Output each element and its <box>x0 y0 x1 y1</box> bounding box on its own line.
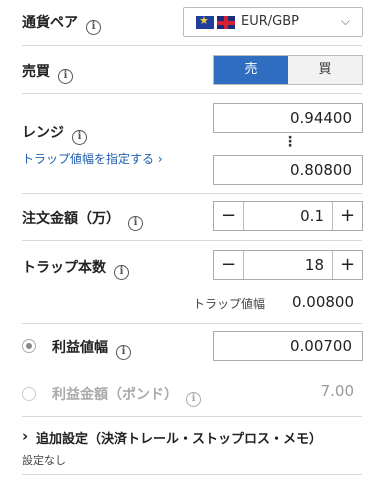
amount-minus-button[interactable]: − <box>214 202 244 230</box>
currency-pair-select[interactable]: EUR/GBP ⌵ <box>183 7 363 37</box>
traps-value[interactable]: 18 <box>305 256 324 274</box>
profit-amount-label: 利益金額（ポンド） i <box>52 384 201 407</box>
buy-button[interactable]: 買 <box>288 56 362 84</box>
chevron-down-icon: ⌵ <box>340 14 350 28</box>
chevron-right-icon: › <box>22 427 29 445</box>
sell-button[interactable]: 売 <box>214 56 288 84</box>
range-lower-value: 0.80800 <box>289 161 352 179</box>
pair-label: 通貨ペア i <box>22 12 101 35</box>
divider <box>22 240 362 241</box>
divider <box>22 474 362 475</box>
amount-plus-button[interactable]: + <box>332 202 362 230</box>
range-lower-input[interactable]: 0.80800 <box>213 155 363 185</box>
advanced-settings-sub: 設定なし <box>22 454 66 467</box>
eu-flag-icon <box>196 14 214 29</box>
advanced-settings-label: 追加設定（決済トレール・ストップロス・メモ） <box>36 432 323 447</box>
info-icon[interactable]: i <box>128 216 143 231</box>
amount-value[interactable]: 0.1 <box>300 207 324 225</box>
amount-stepper: − 0.1 + <box>213 201 363 231</box>
trap-width-link[interactable]: トラップ値幅を指定する › <box>22 150 163 167</box>
info-icon[interactable]: i <box>58 69 73 84</box>
divider <box>22 323 362 324</box>
profit-width-input[interactable]: 0.00700 <box>213 331 363 361</box>
traps-minus-button[interactable]: − <box>214 251 244 279</box>
info-icon[interactable]: i <box>72 130 87 145</box>
trap-width-value: 0.00800 <box>291 293 354 311</box>
range-label: レンジ i <box>22 122 87 145</box>
advanced-settings[interactable]: › 追加設定（決済トレール・ストップロス・メモ） 設定なし <box>22 427 362 468</box>
profit-width-value: 0.00700 <box>289 337 352 355</box>
info-icon[interactable]: i <box>114 265 129 280</box>
side-toggle: 売 買 <box>213 55 363 85</box>
profit-width-label: 利益値幅 i <box>52 337 131 360</box>
currency-pair-value: EUR/GBP <box>241 14 299 29</box>
info-icon[interactable]: i <box>86 20 101 35</box>
amount-label: 注文金額（万） i <box>22 208 143 231</box>
info-icon[interactable]: i <box>116 345 131 360</box>
range-upper-input[interactable]: 0.94400 <box>213 103 363 133</box>
profit-amount-value: 7.00 <box>320 382 354 400</box>
side-label: 売買 i <box>22 61 73 84</box>
profit-amount-radio[interactable] <box>22 387 36 401</box>
uk-flag-icon <box>217 16 235 29</box>
traps-stepper: − 18 + <box>213 250 363 280</box>
divider <box>22 93 362 94</box>
divider <box>22 416 362 417</box>
profit-width-radio[interactable] <box>22 339 36 353</box>
range-upper-value: 0.94400 <box>289 109 352 127</box>
trap-width-label: トラップ値幅 <box>193 297 266 311</box>
traps-plus-button[interactable]: + <box>332 251 362 279</box>
range-dots-icon: ⋮ <box>283 134 297 150</box>
divider <box>22 193 362 194</box>
info-icon[interactable]: i <box>186 392 201 407</box>
traps-label: トラップ本数 i <box>22 257 129 280</box>
divider <box>22 45 362 46</box>
